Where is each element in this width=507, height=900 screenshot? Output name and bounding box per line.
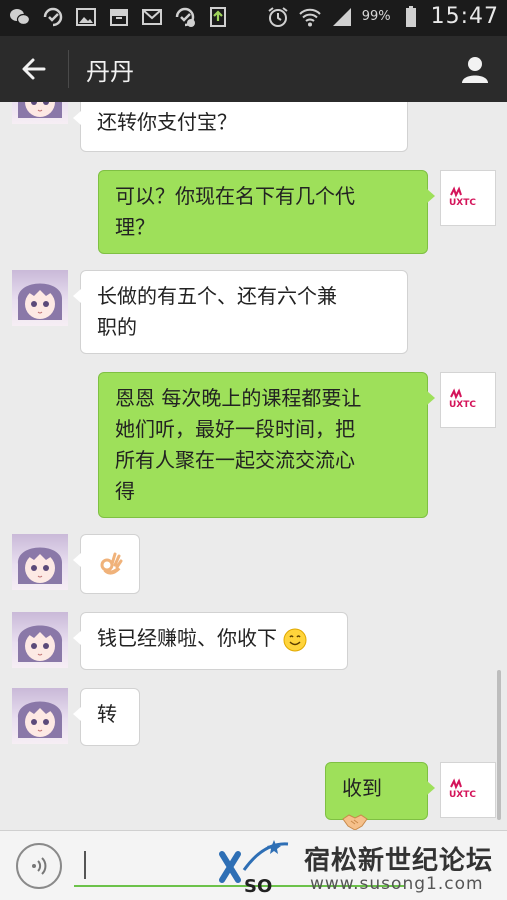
status-bar: 99% 15:47 xyxy=(0,0,507,36)
message-bubble-sent[interactable]: 恩恩 每次晚上的课程都要让 她们听，最好一段时间，把 所有人聚在一起交流交流心 … xyxy=(98,372,435,518)
check-sync-icon xyxy=(173,5,197,29)
upload-icon xyxy=(206,5,230,29)
chat-info-button[interactable] xyxy=(455,49,495,89)
watermark-title: 宿松新世纪论坛 xyxy=(304,846,494,876)
wifi-icon xyxy=(298,5,322,29)
anime-girl-avatar-icon xyxy=(18,102,62,118)
alarm-icon xyxy=(266,5,290,29)
uxtc-logo-icon: UXTC xyxy=(449,388,476,410)
my-avatar[interactable]: UXTC xyxy=(440,170,496,226)
bubble-tail xyxy=(73,111,81,125)
chat-scrollbar[interactable] xyxy=(497,670,501,820)
message-line: 长做的有五个、还有六个兼 xyxy=(97,284,337,308)
contact-avatar[interactable] xyxy=(12,612,68,668)
signal-icon xyxy=(330,5,354,29)
gallery-icon xyxy=(74,5,98,29)
bubble-tail xyxy=(73,553,81,567)
forum-logo-text: SO xyxy=(244,876,272,897)
archive-icon xyxy=(107,5,131,29)
anime-girl-avatar-icon xyxy=(17,701,63,738)
logo-text: UXTC xyxy=(449,790,476,800)
battery-percent: 99% xyxy=(361,9,391,24)
anime-girl-avatar-icon xyxy=(17,625,63,662)
watermark-url: www.susong1.com xyxy=(310,874,484,894)
uxtc-logo-icon: UXTC xyxy=(449,778,476,800)
contact-avatar[interactable] xyxy=(12,102,68,124)
message-line: 职的 xyxy=(97,315,137,339)
message-line: 恩恩 每次晚上的课程都要让 xyxy=(115,386,362,410)
message-list[interactable]: 还转你支付宝？ UXTC 可以？你现在名下有几个代 理？ 长做的有五个、还有六个… xyxy=(0,102,507,830)
uxtc-logo-icon: UXTC xyxy=(449,186,476,208)
message-bubble-received[interactable]: 钱已经赚啦、你收下 xyxy=(73,612,348,670)
chat-title: 丹丹 xyxy=(86,58,134,86)
back-button[interactable] xyxy=(14,49,54,89)
wechat-icon xyxy=(8,5,32,29)
message-bubble-received[interactable]: 转 xyxy=(73,688,140,746)
message-text: 转 xyxy=(97,702,117,726)
anime-girl-avatar-icon xyxy=(17,547,63,584)
forum-logo-icon: SO xyxy=(219,840,289,897)
bubble-tail xyxy=(73,289,81,303)
voice-toggle-button[interactable] xyxy=(16,843,62,889)
chat-header: 丹丹 xyxy=(0,36,507,102)
bubble-tail xyxy=(73,631,81,645)
anime-girl-avatar-icon xyxy=(17,283,63,320)
back-arrow-icon xyxy=(22,58,46,80)
battery-icon xyxy=(399,5,423,29)
message-bubble-sent[interactable]: 收到 xyxy=(325,762,435,830)
bubble-tail xyxy=(427,189,435,203)
message-line: 她们听，最好一段时间，把 xyxy=(115,417,355,441)
contact-avatar[interactable] xyxy=(12,534,68,590)
smile-emoji-icon xyxy=(283,628,307,651)
contact-avatar[interactable] xyxy=(12,270,68,326)
mail-icon xyxy=(140,5,164,29)
bubble-tail xyxy=(427,391,435,405)
message-bubble-sent[interactable]: 可以？你现在名下有几个代 理？ xyxy=(98,170,435,254)
message-bubble-received[interactable]: 还转你支付宝？ xyxy=(73,102,408,152)
message-bubble-received[interactable] xyxy=(73,534,140,594)
message-text: 收到 xyxy=(342,776,382,800)
message-bubble-received[interactable]: 长做的有五个、还有六个兼 职的 xyxy=(73,270,408,354)
handshake-emoji-icon xyxy=(342,813,368,830)
clock: 15:47 xyxy=(430,4,499,29)
voice-icon xyxy=(32,857,47,875)
header-divider xyxy=(68,50,69,88)
message-text: 钱已经赚啦、你收下 xyxy=(97,626,277,650)
message-line: 所有人聚在一起交流交流心 xyxy=(115,448,355,472)
person-icon xyxy=(462,57,488,83)
message-line: 可以？你现在名下有几个代 xyxy=(115,184,355,208)
bubble-tail xyxy=(427,781,435,795)
logo-text: UXTC xyxy=(449,198,476,208)
text-cursor xyxy=(84,851,86,879)
message-line: 理？ xyxy=(115,215,155,239)
logo-text: UXTC xyxy=(449,400,476,410)
ok-hand-emoji-icon xyxy=(100,552,123,575)
check-refresh-icon xyxy=(41,5,65,29)
forum-watermark: SO 宿松新世纪论坛 www.susong1.com xyxy=(214,836,504,898)
message-text: 还转你支付宝？ xyxy=(97,110,237,134)
contact-avatar[interactable] xyxy=(12,688,68,744)
my-avatar[interactable]: UXTC xyxy=(440,372,496,428)
my-avatar[interactable]: UXTC xyxy=(440,762,496,818)
message-line: 得 xyxy=(115,479,135,503)
bubble-tail xyxy=(73,707,81,721)
